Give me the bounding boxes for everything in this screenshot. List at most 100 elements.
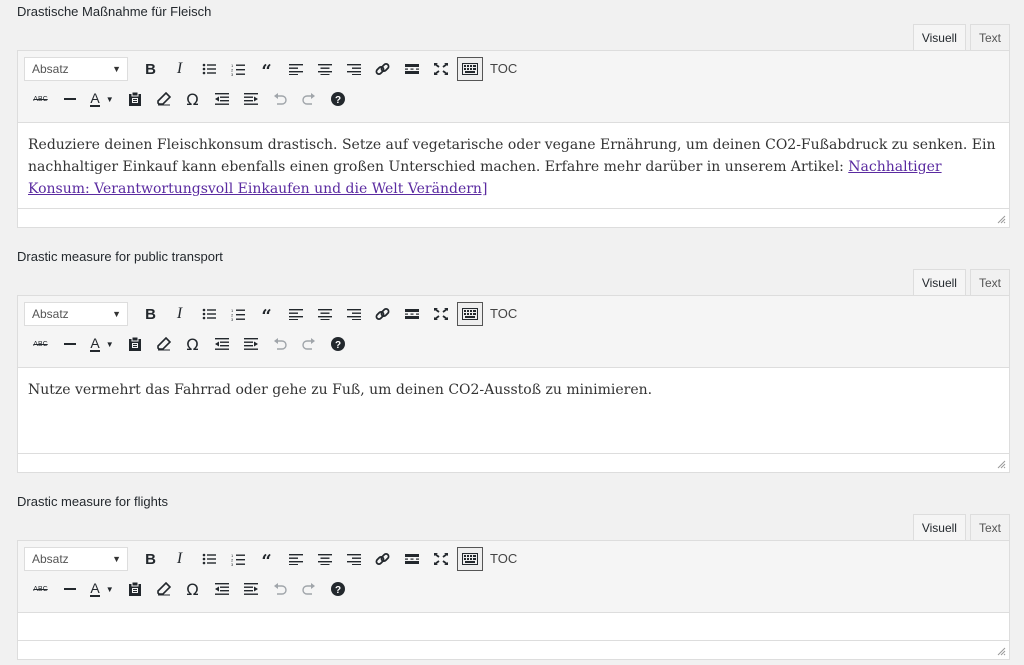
keyboard-icon <box>462 553 478 565</box>
tab-visual[interactable]: Visuell <box>912 24 966 51</box>
align-center-button[interactable] <box>310 57 339 81</box>
redo-button[interactable] <box>294 332 323 356</box>
tab-visual[interactable]: Visuell <box>912 514 966 541</box>
resize-handle-icon[interactable] <box>997 460 1006 469</box>
special-character-button[interactable]: Ω <box>178 87 207 111</box>
toc-button[interactable]: TOC <box>485 302 522 326</box>
keyboard-shortcuts-button[interactable]: ? <box>323 332 352 356</box>
undo-button[interactable] <box>265 87 294 111</box>
decrease-indent-button[interactable] <box>207 87 236 111</box>
align-center-button[interactable] <box>310 547 339 571</box>
dropdown-caret-icon: ▼ <box>112 309 121 319</box>
bulleted-list-button[interactable] <box>194 302 223 326</box>
paste-as-text-button[interactable] <box>120 87 149 111</box>
horizontal-line-button[interactable] <box>55 577 84 601</box>
italic-button[interactable]: I <box>165 302 194 326</box>
bold-button[interactable]: B <box>136 57 165 81</box>
keyboard-shortcuts-button[interactable]: ? <box>323 87 352 111</box>
undo-icon <box>273 338 287 350</box>
fullscreen-button[interactable] <box>426 57 455 81</box>
read-more-button[interactable] <box>397 302 426 326</box>
redo-icon <box>301 583 316 595</box>
text-color-button[interactable]: A ▼ <box>84 332 120 356</box>
text-color-icon: A ▼ <box>90 579 114 597</box>
numbered-list-button[interactable]: 123 <box>223 547 252 571</box>
toc-button[interactable]: TOC <box>485 547 522 571</box>
strikethrough-button[interactable]: ABC <box>26 332 55 356</box>
bold-button[interactable]: B <box>136 302 165 326</box>
increase-indent-button[interactable] <box>236 332 265 356</box>
clear-formatting-button[interactable] <box>149 332 178 356</box>
special-character-button[interactable]: Ω <box>178 577 207 601</box>
align-left-button[interactable] <box>281 302 310 326</box>
decrease-indent-button[interactable] <box>207 332 236 356</box>
editor-content[interactable] <box>18 613 1009 624</box>
align-right-button[interactable] <box>339 547 368 571</box>
resize-handle-icon[interactable] <box>997 647 1006 656</box>
align-right-button[interactable] <box>339 302 368 326</box>
horizontal-line-button[interactable] <box>55 87 84 111</box>
text-color-button[interactable]: A ▼ <box>84 87 120 111</box>
undo-button[interactable] <box>265 577 294 601</box>
help-icon: ? <box>330 582 345 596</box>
strikethrough-button[interactable]: ABC <box>26 87 55 111</box>
toc-button[interactable]: TOC <box>485 57 522 81</box>
clear-formatting-button[interactable] <box>149 577 178 601</box>
read-more-button[interactable] <box>397 547 426 571</box>
editor-statusbar <box>18 453 1009 472</box>
link-icon <box>375 307 390 322</box>
align-left-button[interactable] <box>281 57 310 81</box>
bulleted-list-button[interactable] <box>194 57 223 81</box>
blockquote-button[interactable]: “ <box>252 302 281 326</box>
increase-indent-button[interactable] <box>236 87 265 111</box>
format-select[interactable]: Absatz ▼ <box>24 302 128 326</box>
toolbar-toggle-button[interactable] <box>457 547 483 571</box>
fullscreen-button[interactable] <box>426 302 455 326</box>
italic-icon: I <box>176 305 183 322</box>
bold-button[interactable]: B <box>136 547 165 571</box>
align-left-button[interactable] <box>281 547 310 571</box>
paste-as-text-button[interactable] <box>120 577 149 601</box>
text-color-button[interactable]: A ▼ <box>84 577 120 601</box>
tab-text[interactable]: Text <box>969 514 1010 540</box>
undo-icon <box>273 583 287 595</box>
toolbar-toggle-button[interactable] <box>457 302 483 326</box>
resize-handle-icon[interactable] <box>997 215 1006 224</box>
blockquote-button[interactable]: “ <box>252 547 281 571</box>
format-select[interactable]: Absatz ▼ <box>24 547 128 571</box>
redo-button[interactable] <box>294 87 323 111</box>
increase-indent-button[interactable] <box>236 577 265 601</box>
insert-link-button[interactable] <box>368 302 397 326</box>
insert-link-button[interactable] <box>368 547 397 571</box>
editor-content[interactable]: Nutze vermehrt das Fahrrad oder gehe zu … <box>18 368 1009 401</box>
clear-formatting-button[interactable] <box>149 87 178 111</box>
read-more-button[interactable] <box>397 57 426 81</box>
align-right-button[interactable] <box>339 57 368 81</box>
undo-button[interactable] <box>265 332 294 356</box>
bulleted-list-button[interactable] <box>194 547 223 571</box>
tab-visual[interactable]: Visuell <box>912 269 966 296</box>
redo-button[interactable] <box>294 577 323 601</box>
numbered-list-button[interactable]: 123 <box>223 57 252 81</box>
italic-button[interactable]: I <box>165 547 194 571</box>
numbered-list-button[interactable]: 123 <box>223 302 252 326</box>
toolbar-toggle-button[interactable] <box>457 57 483 81</box>
outdent-icon <box>214 93 229 105</box>
strikethrough-icon: ABC <box>33 585 48 593</box>
fullscreen-button[interactable] <box>426 547 455 571</box>
tab-text[interactable]: Text <box>969 24 1010 50</box>
insert-link-button[interactable] <box>368 57 397 81</box>
undo-icon <box>273 93 287 105</box>
editor-content[interactable]: Reduziere deinen Fleischkonsum drastisch… <box>18 123 1009 200</box>
special-character-button[interactable]: Ω <box>178 332 207 356</box>
blockquote-button[interactable]: “ <box>252 57 281 81</box>
strikethrough-button[interactable]: ABC <box>26 577 55 601</box>
paste-as-text-button[interactable] <box>120 332 149 356</box>
decrease-indent-button[interactable] <box>207 577 236 601</box>
align-center-button[interactable] <box>310 302 339 326</box>
format-select[interactable]: Absatz ▼ <box>24 57 128 81</box>
keyboard-shortcuts-button[interactable]: ? <box>323 577 352 601</box>
horizontal-line-button[interactable] <box>55 332 84 356</box>
tab-text[interactable]: Text <box>969 269 1010 295</box>
italic-button[interactable]: I <box>165 57 194 81</box>
